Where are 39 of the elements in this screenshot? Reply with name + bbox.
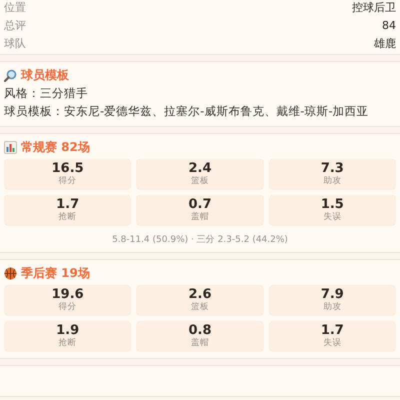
stat-value: 1.7	[56, 197, 80, 212]
stat-label: 得分	[58, 176, 77, 187]
stat-label: 失误	[323, 338, 342, 349]
magnifier-icon	[4, 68, 17, 82]
field-label: 总评	[4, 18, 26, 32]
section-title: 球员模板	[21, 66, 69, 84]
stat-value: 0.8	[188, 323, 212, 338]
template-text: 球员模板：安东尼-爱德华兹、拉塞尔-威斯布鲁克、戴维-琼斯-加西亚	[4, 103, 370, 120]
template-text: 风格：三分猎手	[4, 85, 89, 102]
stat-value: 2.4	[188, 161, 212, 176]
stat-value: 0.7	[188, 197, 212, 212]
stat-label: 篮板	[190, 176, 209, 187]
stat-label: 篮板	[190, 302, 209, 313]
shooting-summary: 5.8-11.4 (50.9%) · 三分 2.3-5.2 (44.2%)	[111, 234, 289, 246]
stat-label: 得分	[58, 302, 77, 313]
stat-value: 1.9	[56, 323, 80, 338]
field-label: 球队	[4, 36, 26, 50]
stat-label: 失误	[323, 212, 342, 223]
field-value: 84	[382, 18, 396, 32]
stat-label: 抢断	[58, 338, 77, 349]
bar-chart-icon	[4, 140, 17, 154]
stat-value: 2.6	[188, 287, 212, 302]
stat-label: 助攻	[323, 302, 342, 313]
basketball-icon	[4, 266, 17, 280]
field-label: 位置	[4, 0, 26, 14]
field-value: 雄鹿	[374, 36, 396, 50]
stat-label: 抢断	[58, 212, 77, 223]
section-title: 季后赛 19场	[21, 264, 90, 282]
section-title: 常规赛 82场	[21, 138, 90, 156]
stat-value: 19.6	[52, 287, 84, 302]
stat-value: 7.9	[320, 287, 344, 302]
field-value: 控球后卫	[352, 0, 396, 14]
stat-value: 1.7	[320, 323, 344, 338]
stat-value: 7.3	[320, 161, 344, 176]
stat-value: 16.5	[52, 161, 84, 176]
stat-value: 1.5	[320, 197, 344, 212]
stat-label: 盖帽	[190, 338, 209, 349]
stat-label: 盖帽	[190, 212, 209, 223]
stat-label: 助攻	[323, 176, 342, 187]
